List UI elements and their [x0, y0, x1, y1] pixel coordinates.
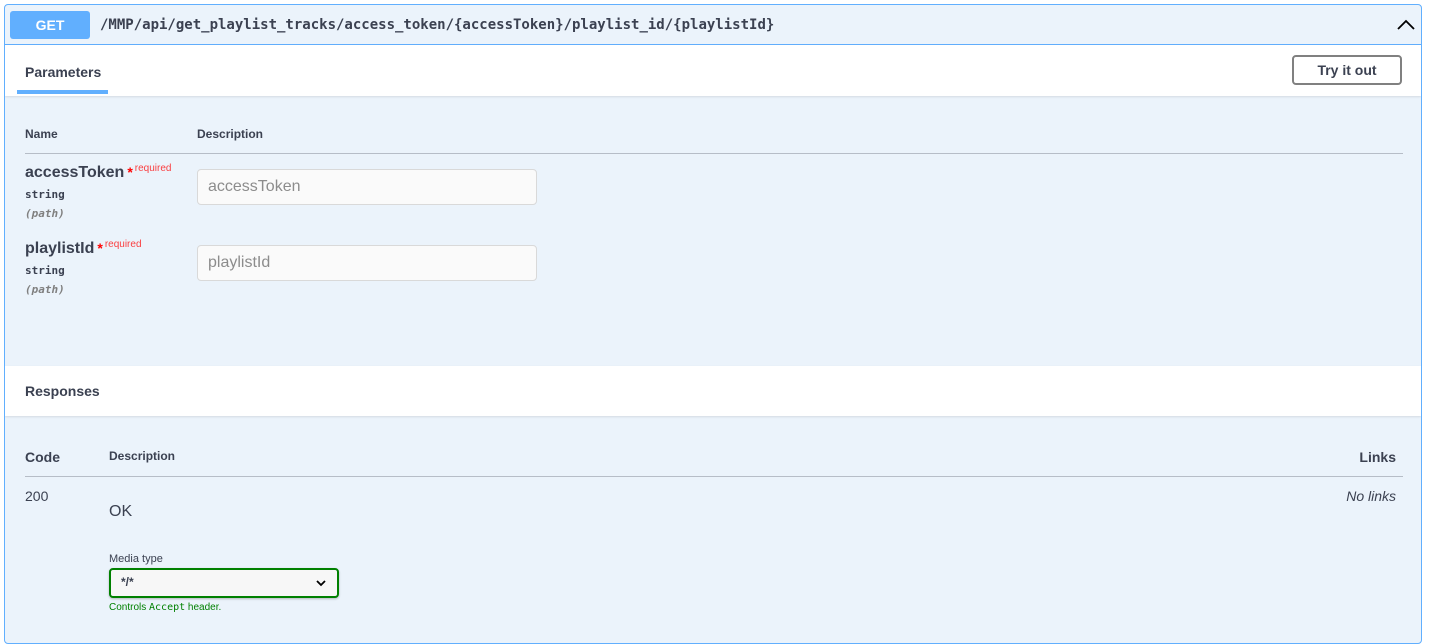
accesstoken-input[interactable]: [197, 169, 537, 205]
http-method-badge: GET: [10, 11, 90, 39]
endpoint-path: /MMP/api/get_playlist_tracks/access_toke…: [100, 17, 775, 33]
operation-block-get: GET /MMP/api/get_playlist_tracks/access_…: [4, 4, 1422, 644]
tab-active-indicator: [17, 90, 108, 94]
media-type-note: Controls Accept header.: [109, 602, 222, 613]
response-description: OK: [109, 503, 133, 520]
playlistid-input[interactable]: [197, 245, 537, 281]
responses-col-code: Code: [25, 449, 60, 465]
media-type-value: */*: [121, 575, 134, 589]
params-col-description: Description: [197, 127, 264, 141]
responses-col-links: Links: [1359, 449, 1396, 465]
param-type: string: [25, 264, 65, 277]
param-name-playlistid: playlistId * required: [25, 239, 142, 257]
media-type-label: Media type: [109, 553, 163, 565]
chevron-up-icon[interactable]: [1396, 15, 1416, 35]
responses-section-header: Responses: [5, 366, 1421, 416]
parameters-section-header: Parameters Try it out: [5, 45, 1421, 96]
params-col-name: Name: [25, 127, 58, 141]
required-star: *: [97, 240, 103, 256]
param-location: (path): [25, 283, 65, 296]
param-location: (path): [25, 207, 65, 220]
param-type: string: [25, 188, 65, 201]
response-links: No links: [1346, 488, 1396, 504]
required-star: *: [127, 164, 133, 180]
params-table-divider: [25, 153, 1403, 154]
responses-title: Responses: [25, 383, 100, 399]
param-name-accesstoken: accessToken * required: [25, 163, 172, 181]
media-type-select[interactable]: */*: [109, 568, 339, 598]
operation-summary[interactable]: GET /MMP/api/get_playlist_tracks/access_…: [5, 5, 1421, 45]
tab-parameters[interactable]: Parameters: [25, 64, 101, 80]
chevron-down-icon: [316, 580, 326, 587]
required-label: required: [134, 163, 172, 174]
responses-table-divider: [25, 476, 1403, 477]
response-code: 200: [25, 488, 49, 504]
required-label: required: [104, 239, 142, 250]
responses-col-description: Description: [109, 449, 176, 463]
try-it-out-button[interactable]: Try it out: [1292, 55, 1402, 85]
